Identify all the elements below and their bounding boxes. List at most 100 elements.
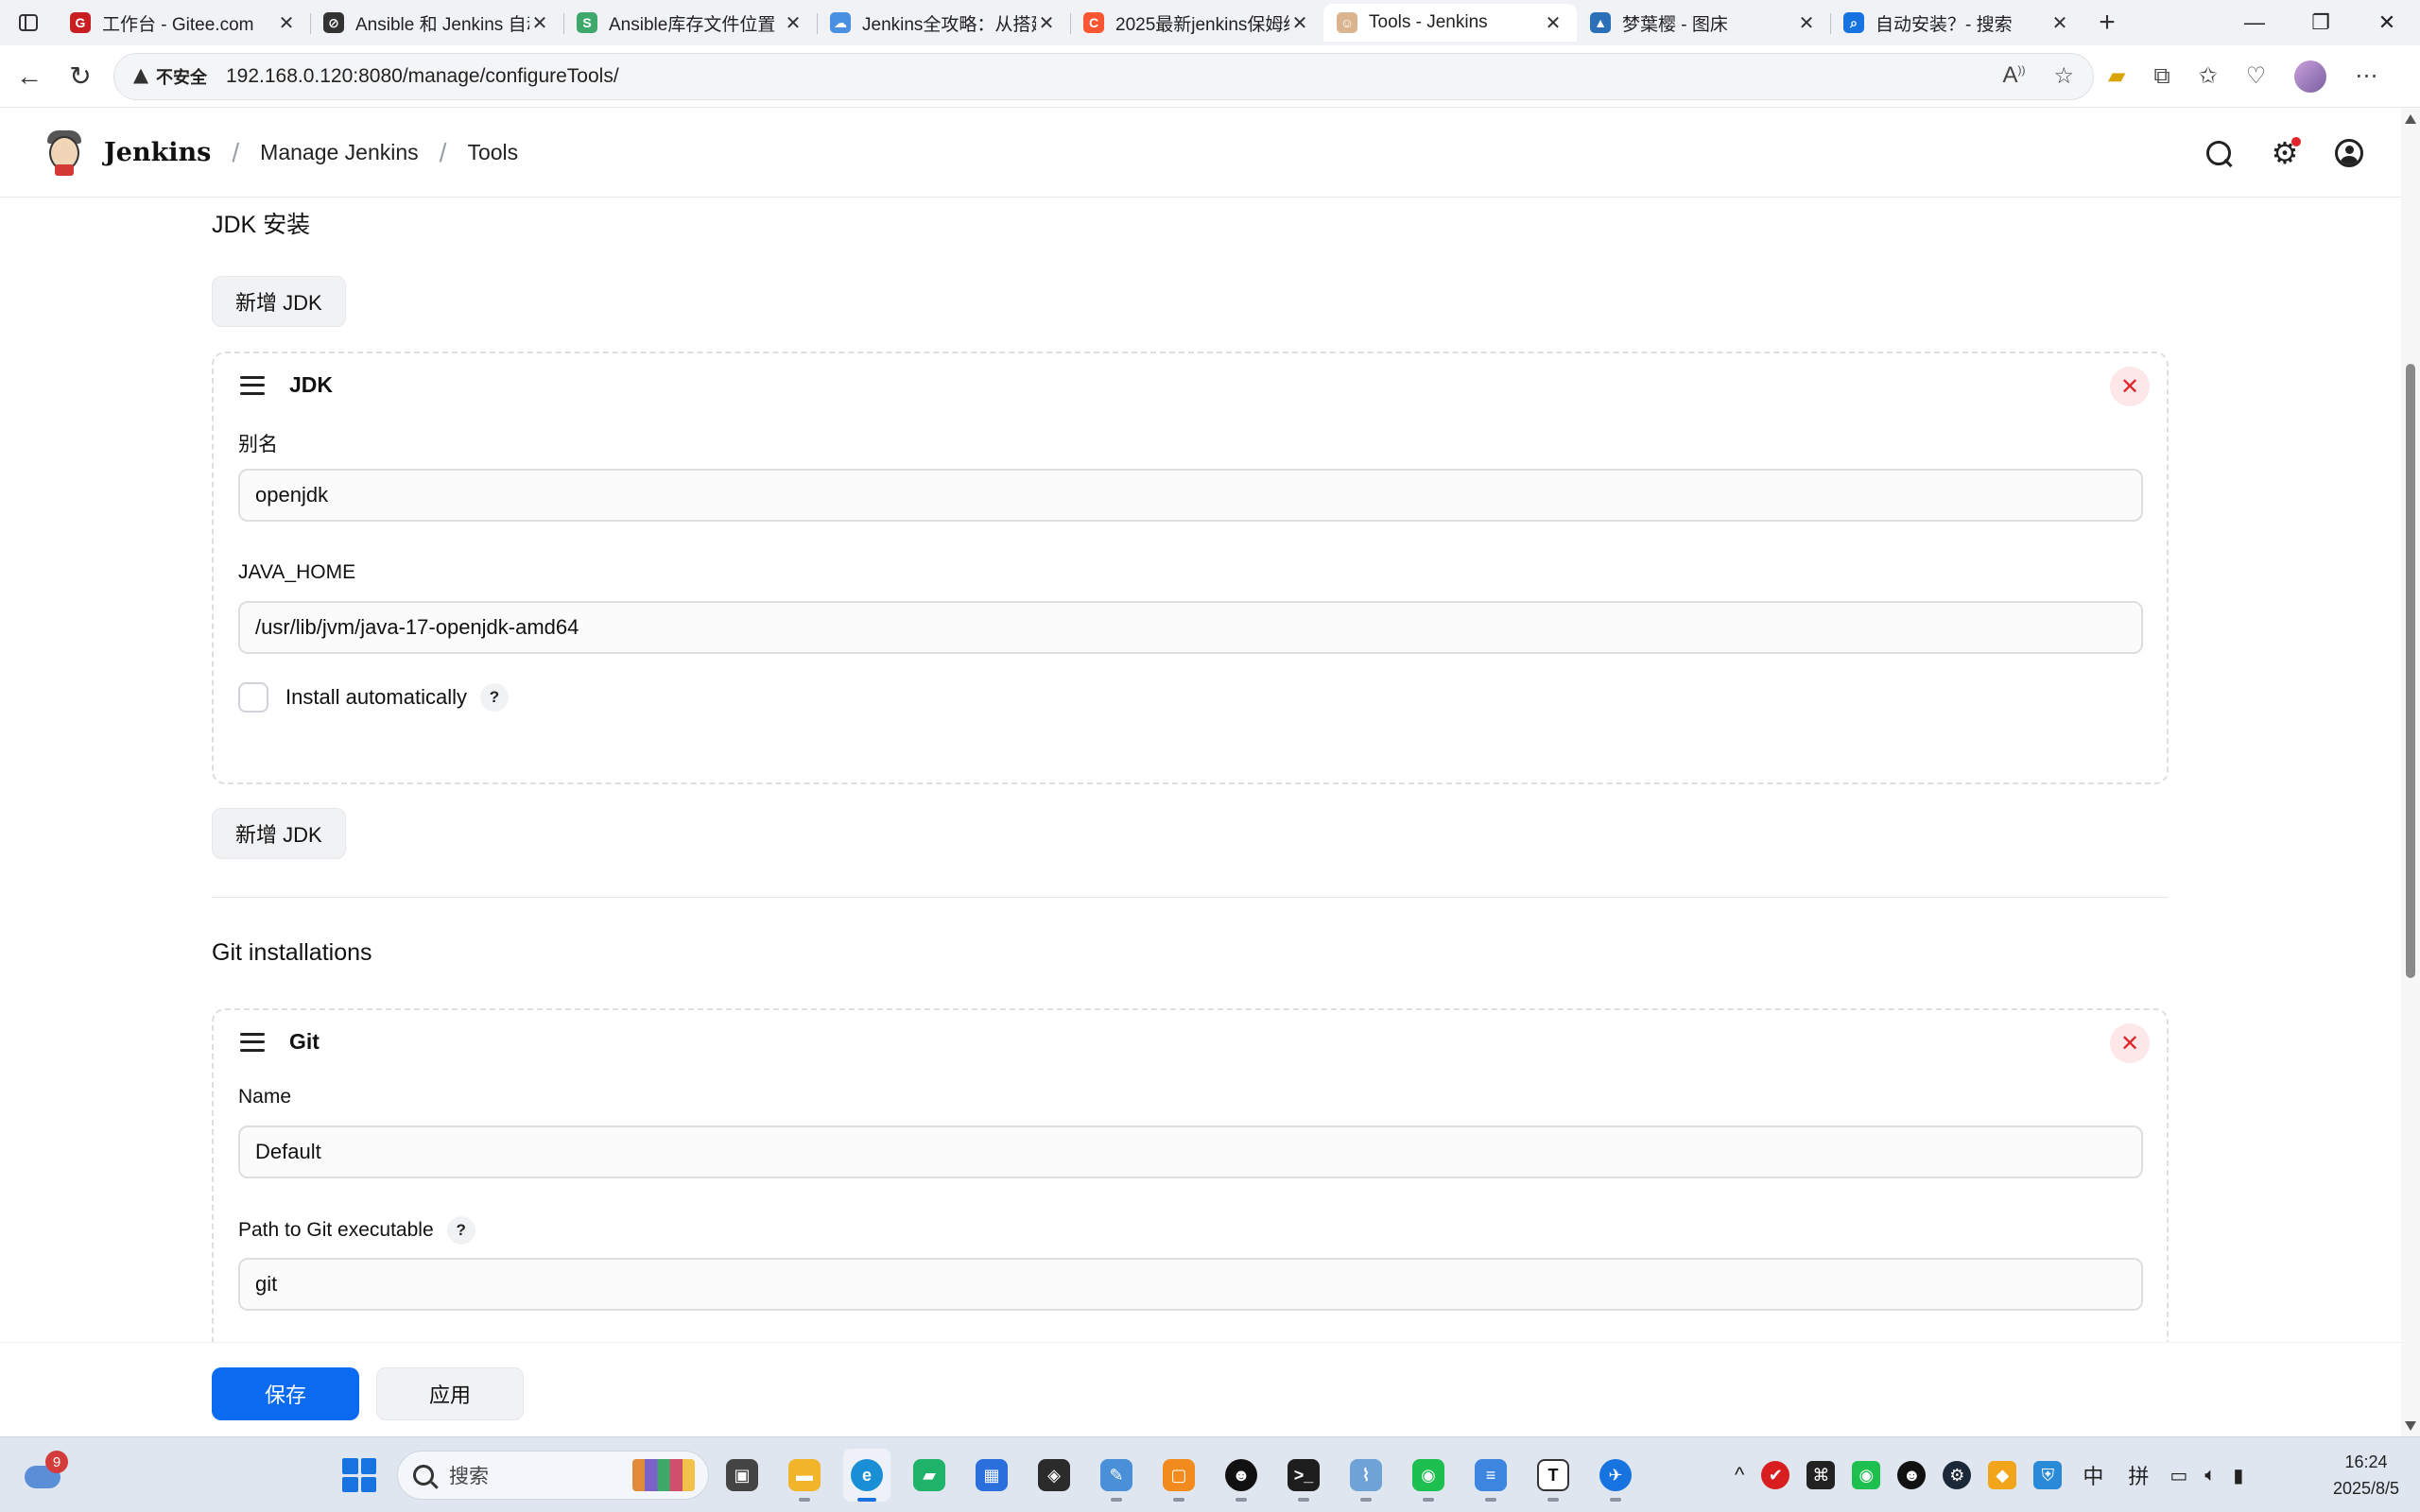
browser-tab[interactable]: G 工作台 - Gitee.com ✕ (57, 4, 310, 42)
typora-icon[interactable]: T (1530, 1449, 1577, 1502)
volume-icon[interactable]: 🔈︎ (2204, 1465, 2216, 1486)
extension-icon[interactable]: ▰ (2108, 62, 2125, 90)
tab-close-icon[interactable]: ✕ (1543, 11, 1564, 35)
reload-button[interactable]: ↻ (55, 51, 106, 102)
microsoft-store-icon[interactable]: ▦ (968, 1449, 1015, 1502)
tab-close-icon[interactable]: ✕ (1796, 11, 1817, 35)
security-indicator[interactable]: 不安全 (133, 64, 207, 89)
address-bar[interactable]: 不安全 192.168.0.120:8080/manage/configureT… (113, 52, 2094, 100)
tray-steam-icon[interactable]: ⚙ (1943, 1461, 1972, 1489)
back-button[interactable]: ← (4, 51, 55, 102)
git-name-input[interactable]: Default (238, 1125, 2143, 1178)
gear-icon[interactable]: ⚙ (2269, 136, 2301, 170)
tab-favicon-icon: S (577, 12, 597, 33)
drag-handle-icon[interactable] (240, 1032, 265, 1052)
ime-mode-indicator[interactable]: 拼 (2124, 1460, 2152, 1490)
tray-red-app-icon[interactable]: ✔ (1761, 1461, 1790, 1489)
tab-close-icon[interactable]: ✕ (1036, 11, 1057, 35)
battery-icon[interactable]: ▮ (2233, 1464, 2243, 1487)
browser-tab[interactable]: ☺ Tools - Jenkins ✕ (1323, 4, 1577, 42)
search-icon[interactable] (2203, 137, 2235, 169)
tab-actions-icon[interactable] (0, 0, 57, 45)
delete-git-button[interactable]: ✕ (2110, 1023, 2150, 1063)
clock-date: 2025/8/5 (2332, 1479, 2400, 1498)
browser-essentials-icon[interactable]: ♡ (2246, 62, 2267, 90)
clock-time: 16:24 (2344, 1452, 2388, 1471)
file-explorer-icon[interactable]: ▬ (781, 1449, 828, 1502)
tab-close-icon[interactable]: ✕ (1289, 11, 1310, 35)
green-app-icon[interactable]: ▰ (906, 1449, 953, 1502)
notepad-icon[interactable]: ≡ (1467, 1449, 1514, 1502)
edge-browser-icon[interactable]: e (843, 1449, 890, 1502)
qq-icon[interactable]: ☻ (1218, 1449, 1265, 1502)
drag-handle-icon[interactable] (240, 375, 265, 395)
install-automatically-label[interactable]: Install automatically (285, 685, 467, 710)
browser-tab[interactable]: S Ansible库存文件位置 ✕ (563, 4, 817, 42)
tab-close-icon[interactable]: ✕ (783, 11, 804, 35)
new-tab-button[interactable]: + (2083, 0, 2131, 45)
url-text[interactable]: 192.168.0.120:8080/manage/configureTools… (226, 65, 619, 88)
git-path-input[interactable]: git (238, 1258, 2143, 1311)
alias-input[interactable]: openjdk (238, 469, 2143, 522)
windows-start-icon[interactable] (342, 1458, 376, 1492)
tray-shield-icon[interactable]: ⛨ (2033, 1461, 2063, 1489)
wechat-icon[interactable]: ◉ (1405, 1449, 1452, 1502)
tray-overflow-icon[interactable]: ^ (1735, 1463, 1744, 1487)
profile-avatar[interactable] (2294, 60, 2327, 93)
tab-favicon-icon: C (1083, 12, 1104, 33)
tab-close-icon[interactable]: ✕ (529, 11, 550, 35)
puzzle-icon[interactable]: ⧉ (2153, 63, 2169, 90)
tab-close-icon[interactable]: ✕ (276, 11, 297, 35)
task-view-icon[interactable]: ▣ (718, 1449, 766, 1502)
network-icon[interactable]: ▭ (2169, 1464, 2187, 1487)
user-icon[interactable] (2335, 139, 2363, 167)
scroll-down-icon[interactable] (2405, 1421, 2416, 1431)
taskbar-search[interactable]: 搜索 (397, 1451, 709, 1500)
tray-qq-icon[interactable]: ☻ (1897, 1461, 1927, 1489)
add-jdk-button[interactable]: 新增 JDK (212, 276, 346, 327)
browser-tab[interactable]: ☁ Jenkins全攻略：从搭建 ✕ (817, 4, 1070, 42)
browser-tab[interactable]: ⌕ 自动安装？- 搜索 ✕ (1830, 4, 2083, 42)
dark-app-icon[interactable]: ◈ (1030, 1449, 1078, 1502)
breadcrumb-manage-jenkins[interactable]: Manage Jenkins (260, 140, 419, 165)
tray-security-icon[interactable]: ◆ (1988, 1461, 2017, 1489)
feishu-icon[interactable]: ✈ (1592, 1449, 1639, 1502)
save-button[interactable]: 保存 (212, 1367, 359, 1420)
tab-close-icon[interactable]: ✕ (2049, 11, 2070, 35)
java-home-input[interactable]: /usr/lib/jvm/java-17-openjdk-amd64 (238, 601, 2143, 654)
browser-tab[interactable]: ▲ 梦葉樱 - 图床 ✕ (1577, 4, 1830, 42)
browser-tab[interactable]: ⊘ Ansible 和 Jenkins 自动 ✕ (310, 4, 563, 42)
help-icon[interactable]: ? (479, 683, 509, 712)
add-jdk-button-bottom[interactable]: 新增 JDK (212, 808, 346, 859)
ime-language-indicator[interactable]: 中 (2079, 1460, 2107, 1490)
tray-wechat-icon[interactable]: ◉ (1852, 1461, 1881, 1489)
minimize-icon[interactable]: — (2221, 0, 2288, 45)
favorite-star-icon[interactable]: ☆ (2053, 62, 2074, 90)
help-icon[interactable]: ? (446, 1216, 475, 1245)
favorites-icon[interactable]: ✩ (2199, 62, 2218, 90)
apply-button[interactable]: 应用 (376, 1367, 524, 1420)
pen-app-icon[interactable]: ✎ (1093, 1449, 1140, 1502)
terminal-icon[interactable]: >_ (1280, 1449, 1327, 1502)
close-window-icon[interactable]: ✕ (2354, 0, 2420, 45)
read-aloud-icon[interactable]: A)) (2002, 62, 2025, 90)
weather-widget-icon[interactable]: 9 (25, 1451, 68, 1494)
vertical-scrollbar[interactable] (2401, 109, 2420, 1436)
restore-icon[interactable]: ❐ (2288, 0, 2354, 45)
more-menu-icon[interactable]: ⋯ (2355, 62, 2377, 90)
tray-capcut-icon[interactable]: ⌘ (1806, 1461, 1836, 1489)
tab-title: Jenkins全攻略：从搭建 (862, 14, 1036, 35)
search-icon (413, 1465, 434, 1486)
install-automatically-checkbox[interactable] (238, 682, 268, 713)
jenkins-brand[interactable]: Jenkins (104, 138, 211, 167)
resource-monitor-icon[interactable]: ⌇ (1342, 1449, 1390, 1502)
breadcrumb-separator: / (439, 137, 447, 167)
scrollbar-thumb[interactable] (2406, 364, 2415, 978)
jenkins-logo-icon[interactable] (43, 129, 85, 178)
browser-tab[interactable]: C 2025最新jenkins保姆级 ✕ (1070, 4, 1323, 42)
delete-jdk-button[interactable]: ✕ (2110, 367, 2150, 406)
breadcrumb-tools[interactable]: Tools (467, 140, 518, 165)
taskbar-clock[interactable]: 16:24 2025/8/5 (2314, 1449, 2418, 1502)
scroll-up-icon[interactable] (2405, 114, 2416, 124)
vmware-icon[interactable]: ▢ (1155, 1449, 1202, 1502)
